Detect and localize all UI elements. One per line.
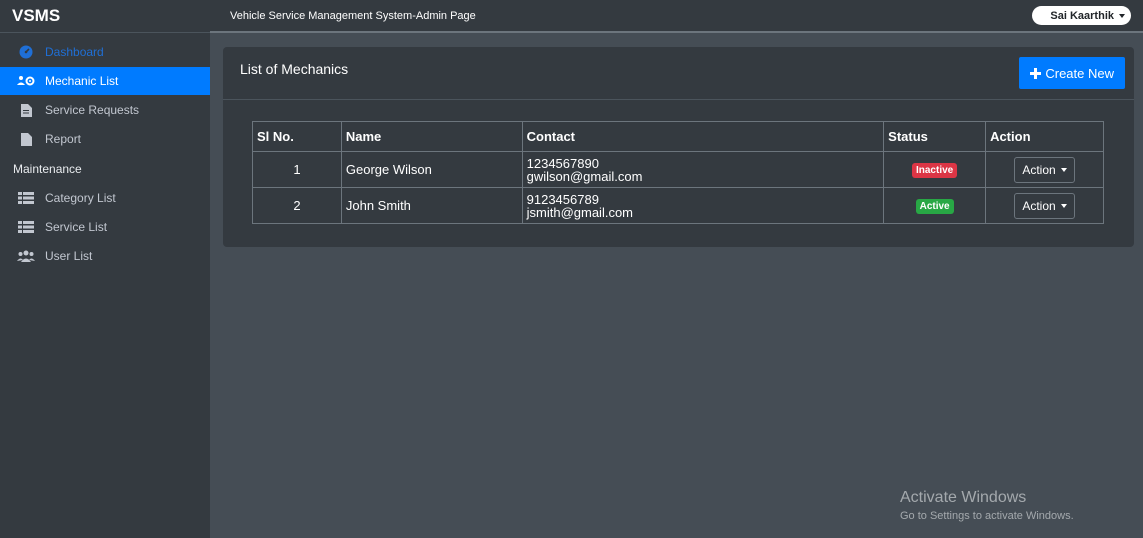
card-title: List of Mechanics [240, 61, 349, 77]
sidebar-nav: Dashboard Mechanic List Service Requests… [0, 33, 210, 270]
status-badge: Active [915, 199, 954, 214]
activate-windows-watermark: Activate Windows Go to Settings to activ… [900, 489, 1074, 522]
sidebar-item-label: Mechanic List [45, 74, 119, 88]
create-new-button[interactable]: Create New [1019, 57, 1125, 89]
action-label: Action [1022, 162, 1056, 177]
sidebar-item-label: User List [45, 249, 93, 263]
contact-phone: 1234567890 [526, 155, 599, 171]
caret-down-icon [1060, 203, 1067, 208]
sidebar-item-dashboard[interactable]: Dashboard [0, 38, 210, 66]
sidebar-item-service-list[interactable]: Service List [0, 213, 210, 241]
file-icon [17, 132, 35, 146]
sidebar-item-mechanic-list[interactable]: Mechanic List [0, 67, 210, 95]
card-body: Sl No. Name Contact Status Action 1 Geor… [223, 100, 1134, 224]
sidebar-item-service-requests[interactable]: Service Requests [0, 96, 210, 124]
action-dropdown-button[interactable]: Action [1014, 192, 1075, 219]
dashboard-icon [17, 45, 35, 59]
sidebar-item-label: Service Requests [45, 103, 140, 117]
status-cell: Active [883, 187, 987, 224]
sidebar-item-label: Service List [45, 220, 108, 234]
action-label: Action [1022, 198, 1056, 213]
column-header-action: Action [985, 121, 1104, 152]
watermark-title: Activate Windows [900, 489, 1027, 506]
sidebar-header-maintenance: Maintenance [13, 162, 82, 176]
card-header: List of Mechanics Create New [223, 47, 1134, 100]
contact-email: gwilson@gmail.com [526, 168, 643, 184]
status-cell: Inactive [883, 151, 987, 188]
brand-logo[interactable]: VSMS [0, 0, 210, 33]
column-header-contact: Contact [521, 121, 885, 152]
name-cell: George Wilson [340, 151, 523, 188]
user-name: Sai Kaarthik [1050, 9, 1114, 22]
sidebar-item-report[interactable]: Report [0, 125, 210, 153]
column-header-name: Name [340, 121, 523, 152]
sl-cell: 1 [252, 151, 342, 188]
table-header-row: Sl No. Name Contact Status Action [252, 121, 1104, 152]
mechanics-table: Sl No. Name Contact Status Action 1 Geor… [252, 121, 1104, 224]
th-list-icon [17, 220, 35, 234]
name-cell: John Smith [340, 187, 523, 224]
column-header-status: Status [883, 121, 987, 152]
users-cog-icon [17, 74, 35, 88]
user-menu-button[interactable]: Sai Kaarthik [1032, 6, 1131, 25]
table-row: 1 George Wilson 1234567890 gwilson@gmail… [252, 151, 1104, 188]
caret-down-icon [1119, 13, 1125, 18]
sl-cell: 2 [252, 187, 342, 224]
sidebar: VSMS Dashboard Mechanic List Service Req… [0, 0, 210, 538]
status-badge: Inactive [911, 163, 958, 178]
users-icon [17, 249, 35, 263]
sidebar-item-label: Report [45, 132, 82, 146]
th-list-icon [17, 191, 35, 205]
watermark-subtitle: Go to Settings to activate Windows. [900, 510, 1074, 522]
sidebar-item-user-list[interactable]: User List [0, 242, 210, 270]
sidebar-item-category-list[interactable]: Category List [0, 184, 210, 212]
sidebar-item-label: Dashboard [45, 45, 104, 59]
table-row: 2 John Smith 9123456789 jsmith@gmail.com… [252, 187, 1104, 224]
page-title: Vehicle Service Management System-Admin … [230, 9, 476, 22]
column-header-sl: Sl No. [252, 121, 342, 152]
action-dropdown-button[interactable]: Action [1014, 156, 1075, 183]
create-new-label: Create New [1045, 65, 1114, 81]
sidebar-item-label: Category List [45, 191, 116, 205]
plus-icon [1030, 67, 1042, 79]
topbar: Vehicle Service Management System-Admin … [210, 0, 1143, 33]
caret-down-icon [1060, 167, 1067, 172]
contact-phone: 9123456789 [526, 191, 599, 207]
contact-cell: 9123456789 jsmith@gmail.com [521, 187, 885, 224]
contact-cell: 1234567890 gwilson@gmail.com [521, 151, 885, 188]
action-cell: Action [985, 187, 1104, 224]
file-alt-icon [17, 103, 35, 117]
mechanic-list-card: List of Mechanics Create New Sl No. Name… [223, 47, 1134, 247]
contact-email: jsmith@gmail.com [526, 204, 634, 220]
action-cell: Action [985, 151, 1104, 188]
